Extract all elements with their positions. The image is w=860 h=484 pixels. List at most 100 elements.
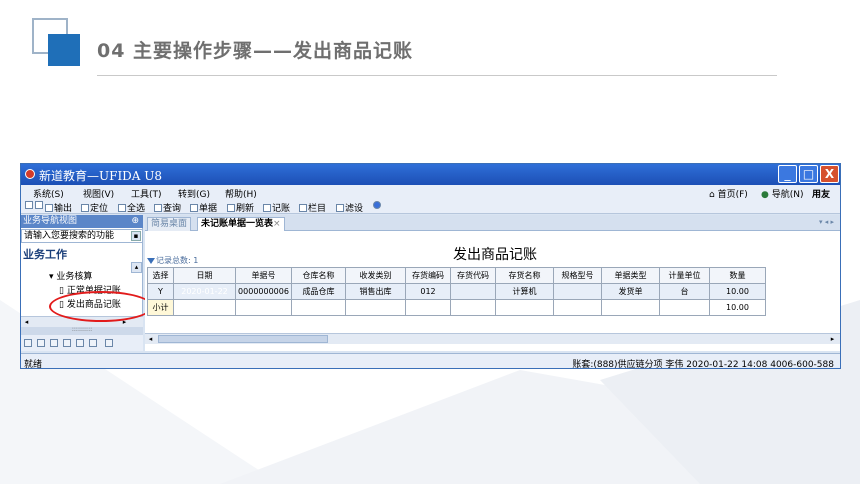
cell-date[interactable]: 2020-01-22 — [173, 283, 236, 300]
scroll-thumb[interactable] — [158, 335, 328, 343]
header-accent-square — [48, 34, 80, 66]
column-header[interactable]: 存货名称 — [495, 267, 554, 284]
nav-shortcut-icon[interactable] — [76, 339, 84, 347]
header-divider — [97, 75, 777, 76]
nav-shortcut-icon[interactable] — [63, 339, 71, 347]
refresh-button[interactable]: 刷新 — [227, 201, 254, 214]
document-icon — [190, 204, 198, 212]
search-dropdown-icon[interactable]: ▪ — [131, 231, 141, 241]
slide: 04 主要操作步骤——发出商品记账 新道教育—UFIDA U8 _ □ X 系统… — [0, 0, 860, 484]
cell-qty[interactable]: 10.00 — [709, 283, 766, 300]
data-grid: 选择 日期 单据号 仓库名称 收发类别 存货编码 存货代码 存货名称 规格型号 … — [147, 267, 766, 316]
cell-doc-type[interactable]: 发货单 — [601, 283, 660, 300]
cell-io-type[interactable]: 销售出库 — [345, 283, 406, 300]
record-count: 记录总数: 1 — [147, 255, 198, 266]
columns-icon — [299, 204, 307, 212]
app-window: 新道教育—UFIDA U8 _ □ X 系统(S) 视图(V) 工具(T) 转到… — [20, 163, 841, 369]
select-all-icon — [118, 204, 126, 212]
nav-splitter-grip[interactable]: :::::::::: — [21, 327, 143, 335]
expand-arrow-icon: ▾ — [49, 272, 54, 282]
highlight-ellipse — [49, 291, 153, 322]
binoculars-icon — [154, 204, 162, 212]
title-bar: 新道教育—UFIDA U8 _ □ X — [21, 164, 840, 185]
window-title: 新道教育—UFIDA U8 — [39, 169, 163, 183]
column-header[interactable]: 仓库名称 — [291, 267, 346, 284]
main-panel: 简易桌面 未记账单据一览表× ▾ ◂ ▸ 发出商品记账 记录总数: 1 选择 日… — [145, 215, 840, 351]
column-header[interactable]: 计量单位 — [659, 267, 710, 284]
filter-icon[interactable] — [147, 258, 155, 264]
nav-shortcut-icon[interactable] — [24, 339, 32, 347]
grid-header-row: 选择 日期 单据号 仓库名称 收发类别 存货编码 存货代码 存货名称 规格型号 … — [147, 267, 766, 284]
maximize-button[interactable]: □ — [799, 165, 818, 183]
cell-spec[interactable] — [553, 283, 602, 300]
preview-icon[interactable] — [35, 201, 44, 211]
cell-item-code[interactable]: 012 — [405, 283, 451, 300]
query-button[interactable]: 查询 — [154, 201, 181, 214]
post-icon — [263, 204, 271, 212]
scroll-left-icon[interactable]: ◂ — [145, 334, 156, 344]
subtotal-qty: 10.00 — [709, 299, 766, 316]
scroll-right-icon[interactable]: ▸ — [827, 334, 838, 344]
table-row[interactable]: Y 2020-01-22 0000000006 成品仓库 销售出库 012 计算… — [147, 283, 766, 300]
menu-bar: 系统(S) 视图(V) 工具(T) 转到(G) 帮助(H) ⌂ 首页(F) ● … — [21, 185, 840, 200]
subtotal-row: 小计 10.00 — [147, 299, 766, 316]
column-header[interactable]: 单据类型 — [601, 267, 660, 284]
columns-button[interactable]: 栏目 — [299, 201, 326, 214]
status-bar: 就绪 账套:(888)供应链分项 李伟 2020-01-22 14:08 400… — [21, 353, 840, 369]
cell-warehouse[interactable]: 成品仓库 — [291, 283, 346, 300]
nav-scroll-up-icon[interactable]: ▴ — [131, 262, 142, 273]
document-icon: ▯ — [59, 286, 64, 296]
nav-shortcut-icon[interactable] — [50, 339, 58, 347]
cell-doc-no[interactable]: 0000000006 — [235, 283, 292, 300]
column-header[interactable]: 数量 — [709, 267, 766, 284]
tab-strip: 简易桌面 未记账单据一览表× ▾ ◂ ▸ — [145, 215, 840, 231]
tab-close-icon[interactable]: × — [273, 219, 281, 229]
print-icon[interactable] — [25, 201, 34, 211]
nav-search-input[interactable]: 请输入您要搜索的功能 ▪ — [21, 229, 143, 243]
filter-settings-button[interactable]: 滤设 — [336, 201, 363, 214]
tab-unposted-list[interactable]: 未记账单据一览表× — [197, 217, 285, 231]
document-title: 发出商品记账 — [453, 247, 537, 263]
column-header[interactable]: 单据号 — [235, 267, 292, 284]
column-header[interactable]: 日期 — [173, 267, 236, 284]
page-title: 04 主要操作步骤——发出商品记账 — [97, 40, 414, 62]
output-icon — [45, 204, 53, 212]
nav-shortcut-icon[interactable] — [105, 339, 113, 347]
tab-desktop[interactable]: 简易桌面 — [147, 217, 192, 231]
cell-item-name[interactable]: 计算机 — [495, 283, 554, 300]
post-button[interactable]: 记账 — [263, 201, 290, 214]
select-all-button[interactable]: 全选 — [118, 201, 145, 214]
grid-horizontal-scrollbar[interactable]: ◂ ▸ — [145, 333, 840, 344]
help-icon[interactable] — [373, 201, 382, 211]
minimize-button[interactable]: _ — [778, 165, 797, 183]
subtotal-label: 小计 — [147, 299, 174, 316]
cell-unit[interactable]: 台 — [659, 283, 710, 300]
output-button[interactable]: 输出 — [45, 201, 72, 214]
document-button[interactable]: 单据 — [190, 201, 217, 214]
locate-icon — [81, 204, 89, 212]
toolbar: 输出 定位 全选 查询 单据 刷新 记账 栏目 滤设 — [21, 199, 840, 214]
column-header[interactable]: 收发类别 — [345, 267, 406, 284]
column-header[interactable]: 存货编码 — [405, 267, 451, 284]
pin-icon[interactable]: ⊕ — [131, 215, 139, 228]
nav-icon-bar — [21, 335, 143, 351]
scroll-left-icon[interactable]: ◂ — [21, 317, 32, 327]
column-header[interactable]: 规格型号 — [553, 267, 602, 284]
cell-item-alias[interactable] — [450, 283, 496, 300]
nav-section-title: 业务工作 — [23, 248, 67, 261]
app-logo-icon — [25, 169, 35, 179]
column-header[interactable]: 选择 — [147, 267, 174, 284]
refresh-icon — [227, 204, 235, 212]
status-text: 就绪 — [24, 360, 43, 369]
nav-header: 业务导航视图 ⊕ — [21, 215, 143, 228]
filter-settings-icon — [336, 204, 344, 212]
close-button[interactable]: X — [820, 165, 839, 183]
tab-nav-icons[interactable]: ▾ ◂ ▸ — [819, 218, 834, 226]
nav-shortcut-icon[interactable] — [89, 339, 97, 347]
nav-shortcut-icon[interactable] — [37, 339, 45, 347]
tree-node-business-accounting[interactable]: ▾ 业务核算 — [49, 269, 92, 282]
locate-button[interactable]: 定位 — [81, 201, 108, 214]
cell-select[interactable]: Y — [147, 283, 174, 300]
status-info: 账套:(888)供应链分项 李伟 2020-01-22 14:08 4006-6… — [572, 360, 834, 369]
column-header[interactable]: 存货代码 — [450, 267, 496, 284]
